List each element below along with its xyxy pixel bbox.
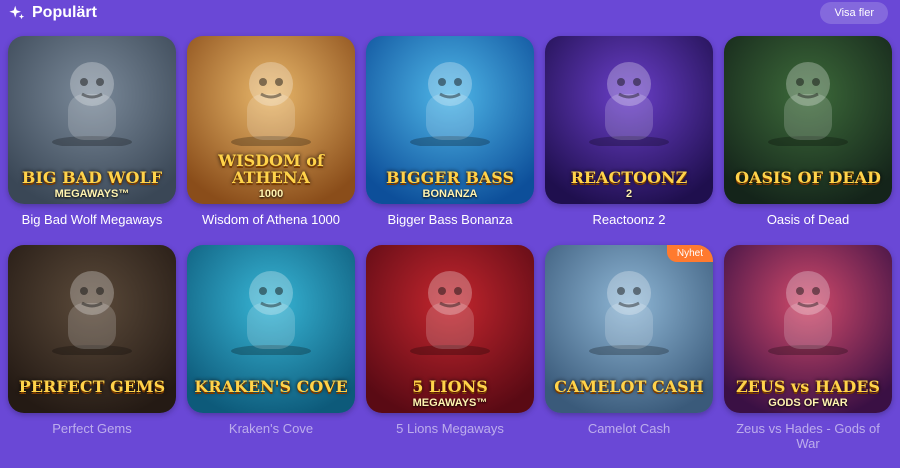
zeus-icon (768, 271, 848, 355)
game-art-title: OASIS OF DEAD (735, 168, 881, 187)
sparkle-icon (9, 5, 25, 20)
game-art-subtitle: 2 (625, 188, 633, 200)
game-thumbnail[interactable]: CAMELOT CASH Nyhet (545, 245, 713, 413)
new-badge: Nyhet (666, 245, 713, 262)
show-more-button[interactable]: Visa fler (820, 2, 888, 24)
game-card[interactable]: REACTOONZ 2 Reactoonz 2 (545, 36, 713, 227)
game-art-title: BIGGER BASS (385, 168, 515, 187)
game-art-title: KRAKEN'S COVE (194, 377, 348, 396)
game-thumbnail[interactable]: 5 LIONS MEGAWAYS™ (366, 245, 534, 413)
game-art-subtitle: BONANZA (422, 188, 478, 200)
game-thumbnail[interactable]: BIG BAD WOLF MEGAWAYS™ (8, 36, 176, 204)
game-card[interactable]: 5 LIONS MEGAWAYS™ 5 Lions Megaways (366, 245, 534, 451)
game-art-subtitle: 1000 (258, 188, 284, 200)
game-art-subtitle: MEGAWAYS™ (54, 188, 130, 200)
game-title[interactable]: Oasis of Dead (724, 212, 892, 227)
game-title[interactable]: Bigger Bass Bonanza (366, 212, 534, 227)
section-title-wrap: Populärt (8, 4, 97, 22)
game-title[interactable]: Zeus vs Hades - Gods of War (724, 421, 892, 451)
game-thumbnail[interactable]: OASIS OF DEAD (724, 36, 892, 204)
fish-icon (410, 62, 490, 146)
game-thumbnail[interactable]: PERFECT GEMS (8, 245, 176, 413)
game-card[interactable]: PERFECT GEMS Perfect Gems (8, 245, 176, 451)
game-art-subtitle: MEGAWAYS™ (412, 397, 488, 409)
game-title[interactable]: Big Bad Wolf Megaways (8, 212, 176, 227)
game-thumbnail[interactable]: WISDOM of ATHENA 1000 (187, 36, 355, 204)
lion-icon (410, 271, 490, 355)
pirate-icon (231, 271, 311, 355)
king-icon (589, 271, 669, 355)
game-card[interactable]: CAMELOT CASH Nyhet Camelot Cash (545, 245, 713, 451)
game-art-subtitle: GODS OF WAR (768, 397, 848, 409)
game-art-title: WISDOM of ATHENA (218, 151, 324, 187)
game-art-title: PERFECT GEMS (18, 377, 166, 396)
game-card[interactable]: BIG BAD WOLF MEGAWAYS™ Big Bad Wolf Megawa… (8, 36, 176, 227)
game-thumbnail[interactable]: KRAKEN'S COVE (187, 245, 355, 413)
game-title[interactable]: Wisdom of Athena 1000 (187, 212, 355, 227)
game-title[interactable]: Kraken's Cove (187, 421, 355, 436)
game-card[interactable]: ZEUS vs HADES GODS OF WAR Zeus vs Hades - … (724, 245, 892, 451)
game-art-title: REACTOONZ (570, 168, 688, 187)
game-thumbnail[interactable]: BIGGER BASS BONANZA (366, 36, 534, 204)
game-card[interactable]: KRAKEN'S COVE Kraken's Cove (187, 245, 355, 451)
game-card[interactable]: WISDOM of ATHENA 1000 Wisdom of Athena 100… (187, 36, 355, 227)
game-card[interactable]: OASIS OF DEAD Oasis of Dead (724, 36, 892, 227)
gem-icon (52, 271, 132, 355)
game-art-title: 5 LIONS (412, 377, 488, 396)
section-header: Populärt Visa fler (0, 0, 900, 28)
game-art-title: CAMELOT CASH (554, 377, 704, 396)
game-thumbnail[interactable]: REACTOONZ 2 (545, 36, 713, 204)
game-title[interactable]: Camelot Cash (545, 421, 713, 436)
wolf-icon (52, 62, 132, 146)
alien-icon (589, 62, 669, 146)
game-title[interactable]: Reactoonz 2 (545, 212, 713, 227)
game-card[interactable]: BIGGER BASS BONANZA Bigger Bass Bonanza (366, 36, 534, 227)
game-title[interactable]: 5 Lions Megaways (366, 421, 534, 436)
game-grid: BIG BAD WOLF MEGAWAYS™ Big Bad Wolf Megawa… (8, 36, 892, 451)
pharaoh-icon (768, 62, 848, 146)
game-art-title: ZEUS vs HADES (736, 377, 880, 396)
game-art-title: BIG BAD WOLF (21, 168, 163, 187)
game-thumbnail[interactable]: ZEUS vs HADES GODS OF WAR (724, 245, 892, 413)
section-title: Populärt (32, 4, 97, 21)
game-title[interactable]: Perfect Gems (8, 421, 176, 436)
warrior-icon (231, 62, 311, 146)
